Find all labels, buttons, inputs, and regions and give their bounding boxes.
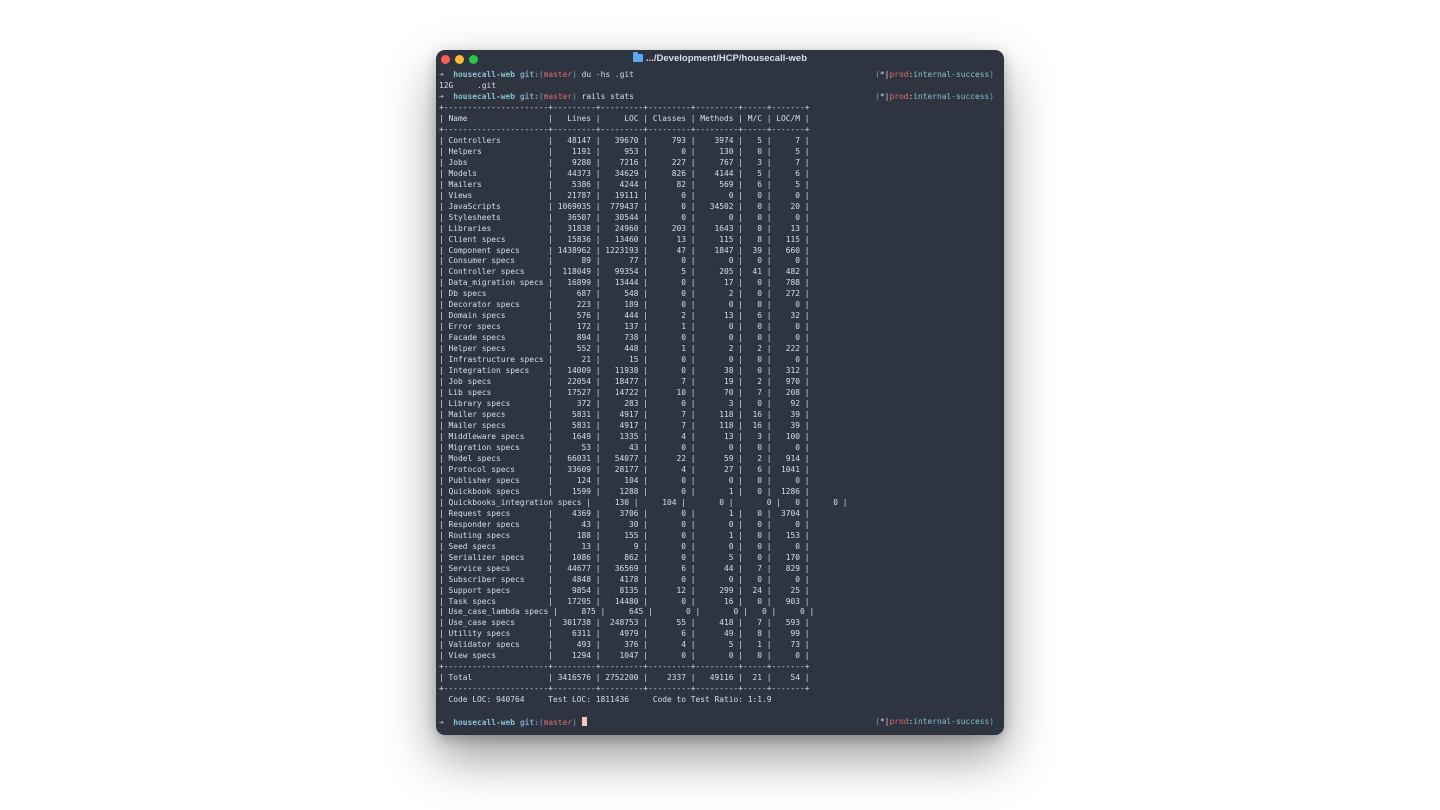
table-row: | Controllers | 48147 | 39670 | 793 | 39…: [439, 135, 810, 145]
table-row: | Stylesheets | 36507 | 30544 | 0 | 0 | …: [439, 212, 810, 222]
table-row: | Job specs | 22054 | 18477 | 7 | 19 | 2…: [439, 377, 810, 387]
table-row: | JavaScripts | 1069035 | 779437 | 0 | 3…: [439, 201, 810, 211]
table-row: | Models | 44373 | 34629 | 826 | 4144 | …: [439, 168, 810, 178]
prompt-repo: housecall-web: [453, 718, 516, 728]
table-row: | Facade specs | 894 | 738 | 0 | 0 | 0 |…: [439, 333, 810, 343]
prompt-line: ➜ housecall-web git:(master) rails stats…: [439, 91, 994, 101]
command-text: du -hs .git: [581, 70, 634, 79]
title-bar[interactable]: .../Development/HCP/housecall-web: [436, 50, 1004, 70]
table-row: | Use_case specs | 301738 | 248753 | 55 …: [439, 618, 810, 628]
rails-stats-output: +----------------------+---------+------…: [439, 103, 994, 717]
table-row: | Total | 3416576 | 2752200 | 2337 | 491…: [439, 673, 810, 683]
table-row: | Model specs | 66031 | 54077 | 22 | 59 …: [439, 453, 810, 463]
prompt-git-label: git:: [519, 70, 539, 79]
prompt-branch: master: [543, 91, 573, 101]
table-row: | Client specs | 15836 | 13460 | 13 | 11…: [439, 234, 810, 244]
table-row: | Db specs | 687 | 548 | 0 | 2 | 0 | 272…: [439, 289, 810, 299]
table-row: | Integration specs | 14009 | 11938 | 0 …: [439, 366, 810, 376]
window-title-text: .../Development/HCP/housecall-web: [645, 53, 807, 64]
table-row: | Data_migration specs | 16899 | 13444 |…: [439, 278, 810, 288]
table-row: | Middleware specs | 1649 | 1335 | 4 | 1…: [439, 431, 810, 441]
right-prompt: (*|prod:internal-success): [875, 70, 994, 79]
folder-icon: [632, 52, 643, 62]
text-cursor[interactable]: [581, 717, 587, 727]
prompt-git-label: git:: [519, 91, 539, 101]
table-row: | Lib specs | 17527 | 14722 | 10 | 70 | …: [439, 388, 810, 398]
kube-namespace: internal-success: [913, 717, 990, 727]
table-row: | Mailer specs | 5831 | 4917 | 7 | 118 |…: [439, 421, 810, 430]
table-row: | Quickbooks_integration specs | 130 | 1…: [439, 497, 848, 507]
table-border: +----------------------+---------+------…: [439, 102, 810, 112]
table-border: +----------------------+---------+------…: [439, 124, 810, 134]
terminal-window[interactable]: .../Development/HCP/housecall-web ➜ hous…: [436, 50, 1004, 735]
table-row: | Component specs | 1438962 | 1223193 | …: [439, 245, 810, 255]
output-line: 12G .git: [439, 80, 497, 90]
table-row: | Publisher specs | 124 | 104 | 0 | 0 | …: [439, 475, 810, 485]
prompt-repo: housecall-web: [453, 91, 516, 101]
table-row: | Mailer specs | 5831 | 4917 | 7 | 118 |…: [439, 410, 810, 420]
table-row: | Protocol specs | 33609 | 28177 | 4 | 2…: [439, 464, 810, 474]
table-row: | Domain specs | 576 | 444 | 2 | 13 | 6 …: [439, 311, 810, 321]
active-prompt-line[interactable]: ➜ housecall-web git:(master) (*|prod:int…: [439, 717, 994, 728]
table-row: | Validator specs | 493 | 376 | 4 | 5 | …: [439, 640, 810, 650]
kube-namespace: internal-success: [913, 91, 990, 101]
terminal-output[interactable]: ➜ housecall-web git:(master) du -hs .git…: [439, 70, 994, 728]
command-text: rails stats: [581, 91, 634, 101]
table-border: +----------------------+---------+------…: [439, 662, 810, 672]
kube-context: prod: [889, 70, 909, 79]
kube-namespace: internal-success: [913, 70, 990, 79]
prompt-arrow-icon: ➜: [439, 91, 444, 101]
table-row: | Support specs | 9854 | 8135 | 12 | 299…: [439, 585, 810, 595]
table-row: | Seed specs | 13 | 9 | 0 | 0 | 0 | 0 |: [439, 541, 810, 551]
table-row: | Subscriber specs | 4848 | 4178 | 0 | 0…: [439, 574, 810, 584]
kube-context: prod: [889, 717, 909, 727]
table-row: | Error specs | 172 | 137 | 1 | 0 | 0 | …: [439, 322, 810, 332]
prompt-line: ➜ housecall-web git:(master) du -hs .git…: [439, 70, 994, 79]
table-row: | Library specs | 372 | 283 | 0 | 3 | 0 …: [439, 399, 810, 409]
prompt-branch: master: [543, 718, 573, 728]
table-row: | Name | Lines | LOC | Classes | Methods…: [439, 113, 810, 123]
table-row: | Request specs | 4369 | 3706 | 0 | 1 | …: [439, 508, 810, 518]
table-row: | Controller specs | 118049 | 99354 | 5 …: [439, 267, 810, 277]
table-row: [439, 706, 994, 717]
table-row: | Views | 21787 | 19111 | 0 | 0 | 0 | 0 …: [439, 190, 810, 200]
prompt-arrow-icon: ➜: [439, 70, 444, 79]
right-prompt: (*|prod:internal-success): [875, 91, 994, 101]
table-row: | Helpers | 1191 | 953 | 0 | 130 | 0 | 5…: [439, 146, 810, 156]
table-row: | Task specs | 17295 | 14480 | 0 | 16 | …: [439, 596, 810, 606]
table-row: | Serializer specs | 1086 | 862 | 0 | 5 …: [439, 552, 810, 562]
table-border: +----------------------+---------+------…: [439, 684, 810, 694]
table-row: | Decorator specs | 223 | 189 | 0 | 0 | …: [439, 300, 810, 310]
table-row: | Infrastructure specs | 21 | 15 | 0 | 0…: [439, 355, 810, 365]
table-row: | Mailers | 5386 | 4244 | 82 | 569 | 6 |…: [439, 179, 810, 189]
table-row: | Consumer specs | 89 | 77 | 0 | 0 | 0 |…: [439, 256, 810, 266]
window-title: .../Development/HCP/housecall-web: [436, 52, 1004, 64]
table-row: | Migration specs | 53 | 43 | 0 | 0 | 0 …: [439, 442, 810, 452]
prompt-git-label: git:: [519, 718, 539, 728]
table-row: | View specs | 1294 | 1047 | 0 | 0 | 0 |…: [439, 651, 810, 661]
prompt-repo: housecall-web: [453, 70, 516, 79]
table-row: | Utility specs | 6311 | 4979 | 6 | 49 |…: [439, 629, 810, 639]
table-row: | Quickbook specs | 1599 | 1288 | 0 | 1 …: [439, 486, 810, 496]
table-row: | Libraries | 31838 | 24960 | 203 | 1643…: [439, 223, 810, 233]
kube-context: prod: [889, 91, 909, 101]
table-row: | Routing specs | 188 | 155 | 0 | 1 | 0 …: [439, 530, 810, 540]
table-row: Code LOC: 940764 Test LOC: 1811436 Code …: [439, 695, 772, 705]
table-row: | Helper specs | 552 | 448 | 1 | 2 | 2 |…: [439, 344, 810, 354]
right-prompt: (*|prod:internal-success): [875, 717, 994, 727]
prompt-arrow-icon: ➜: [439, 718, 444, 728]
table-row: | Service specs | 44677 | 36569 | 6 | 44…: [439, 563, 810, 573]
table-row: | Use_case_lambda specs | 875 | 645 | 0 …: [439, 607, 815, 617]
table-row: | Jobs | 9280 | 7216 | 227 | 767 | 3 | 7…: [439, 157, 810, 167]
table-row: | Responder specs | 43 | 30 | 0 | 0 | 0 …: [439, 519, 810, 529]
prompt-branch: master: [543, 70, 573, 79]
